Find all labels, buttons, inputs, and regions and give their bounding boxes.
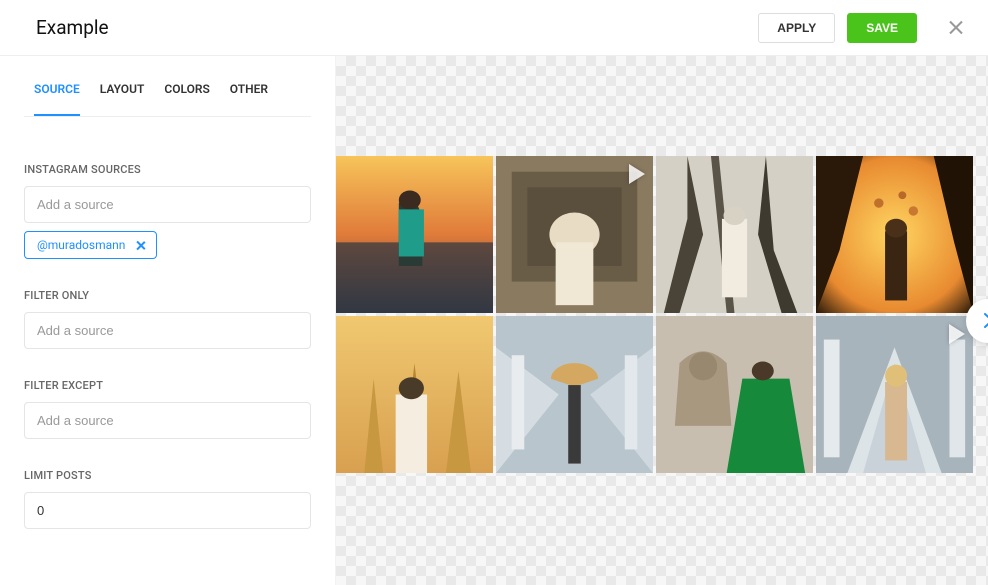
- preview-thumb[interactable]: [656, 156, 813, 313]
- sources-input[interactable]: [24, 186, 311, 223]
- thumb-image: [656, 156, 813, 313]
- sidebar: SOURCE LAYOUT COLORS OTHER INSTAGRAM SOU…: [0, 56, 336, 585]
- thumb-image: [656, 316, 813, 473]
- preview-thumb[interactable]: [336, 316, 493, 473]
- field-label: LIMIT POSTS: [24, 469, 311, 482]
- thumb-image: [496, 316, 653, 473]
- body: SOURCE LAYOUT COLORS OTHER INSTAGRAM SOU…: [0, 56, 988, 585]
- source-chip[interactable]: @muradosmann: [24, 231, 157, 259]
- tab-colors[interactable]: COLORS: [164, 82, 209, 116]
- preview-grid: [336, 156, 973, 473]
- preview-thumb[interactable]: [336, 156, 493, 313]
- chip-remove-icon[interactable]: [135, 240, 146, 251]
- video-icon: [629, 164, 645, 184]
- thumb-image: [816, 156, 973, 313]
- preview-thumb[interactable]: [656, 316, 813, 473]
- save-button[interactable]: SAVE: [847, 13, 917, 43]
- thumb-image: [336, 316, 493, 473]
- field-filter-except: FILTER EXCEPT: [24, 379, 311, 439]
- field-label: FILTER EXCEPT: [24, 379, 311, 392]
- field-label: INSTAGRAM SOURCES: [24, 163, 311, 176]
- preview-thumb[interactable]: [816, 316, 973, 473]
- tab-source[interactable]: SOURCE: [34, 82, 80, 116]
- limit-posts-input[interactable]: [24, 492, 311, 529]
- close-icon[interactable]: [947, 19, 964, 36]
- source-chips: @muradosmann: [24, 231, 311, 259]
- page-title: Example: [36, 16, 109, 39]
- field-instagram-sources: INSTAGRAM SOURCES @muradosmann: [24, 163, 311, 259]
- filter-only-input[interactable]: [24, 312, 311, 349]
- preview-thumb[interactable]: [496, 156, 653, 313]
- chip-label: @muradosmann: [37, 238, 125, 252]
- field-filter-only: FILTER ONLY: [24, 289, 311, 349]
- thumb-image: [336, 156, 493, 313]
- filter-except-input[interactable]: [24, 402, 311, 439]
- field-limit-posts: LIMIT POSTS: [24, 469, 311, 529]
- video-icon: [949, 324, 965, 344]
- tab-other[interactable]: OTHER: [230, 82, 268, 116]
- header: Example APPLY SAVE: [0, 0, 988, 56]
- header-actions: APPLY SAVE: [758, 13, 964, 43]
- preview-thumb[interactable]: [816, 156, 973, 313]
- tab-layout[interactable]: LAYOUT: [100, 82, 145, 116]
- tabs: SOURCE LAYOUT COLORS OTHER: [24, 56, 311, 117]
- preview-area: [336, 56, 988, 585]
- field-label: FILTER ONLY: [24, 289, 311, 302]
- preview-thumb[interactable]: [496, 316, 653, 473]
- apply-button[interactable]: APPLY: [758, 13, 835, 43]
- chevron-right-icon: [984, 313, 988, 328]
